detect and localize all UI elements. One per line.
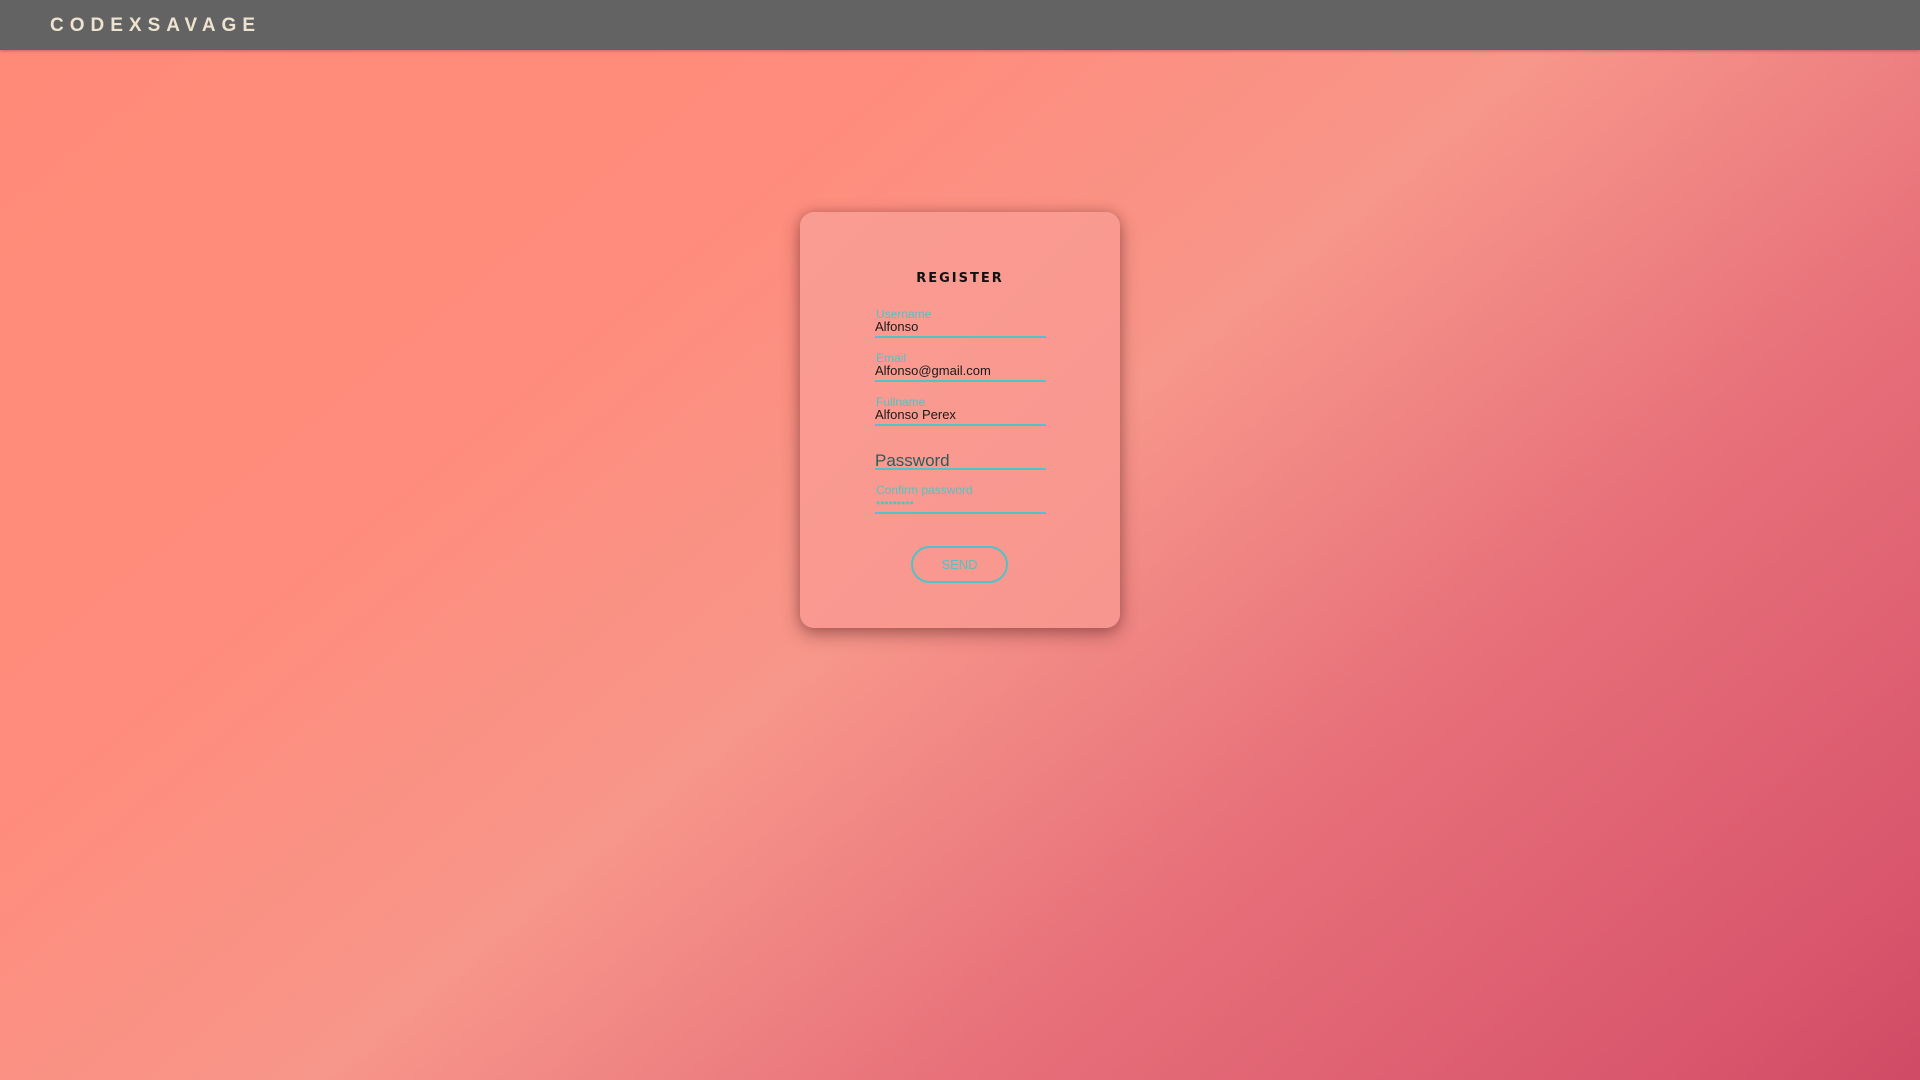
confirm-password-input[interactable]: •••••••••: [876, 497, 914, 509]
password-field[interactable]: Password: [875, 440, 1046, 470]
username-field[interactable]: Username Alfonso: [875, 308, 1046, 338]
password-input[interactable]: Password: [875, 452, 950, 469]
confirm-password-field[interactable]: Confirm password •••••••••: [875, 484, 1046, 514]
confirm-password-label: Confirm password: [876, 483, 973, 497]
send-button[interactable]: SEND: [911, 546, 1008, 583]
fullname-input[interactable]: Alfonso Perex: [875, 408, 1046, 422]
username-input[interactable]: Alfonso: [875, 320, 1046, 334]
email-input[interactable]: Alfonso@gmail.com: [875, 364, 1046, 378]
top-nav-bar: CODEXSAVAGE: [0, 0, 1920, 50]
email-field[interactable]: Email Alfonso@gmail.com: [875, 352, 1046, 382]
register-card: REGISTER Username Alfonso Email Alfonso@…: [800, 212, 1120, 628]
fullname-field[interactable]: Fullname Alfonso Perex: [875, 396, 1046, 426]
form-title: REGISTER: [916, 271, 1004, 286]
brand-logo[interactable]: CODEXSAVAGE: [50, 15, 261, 37]
